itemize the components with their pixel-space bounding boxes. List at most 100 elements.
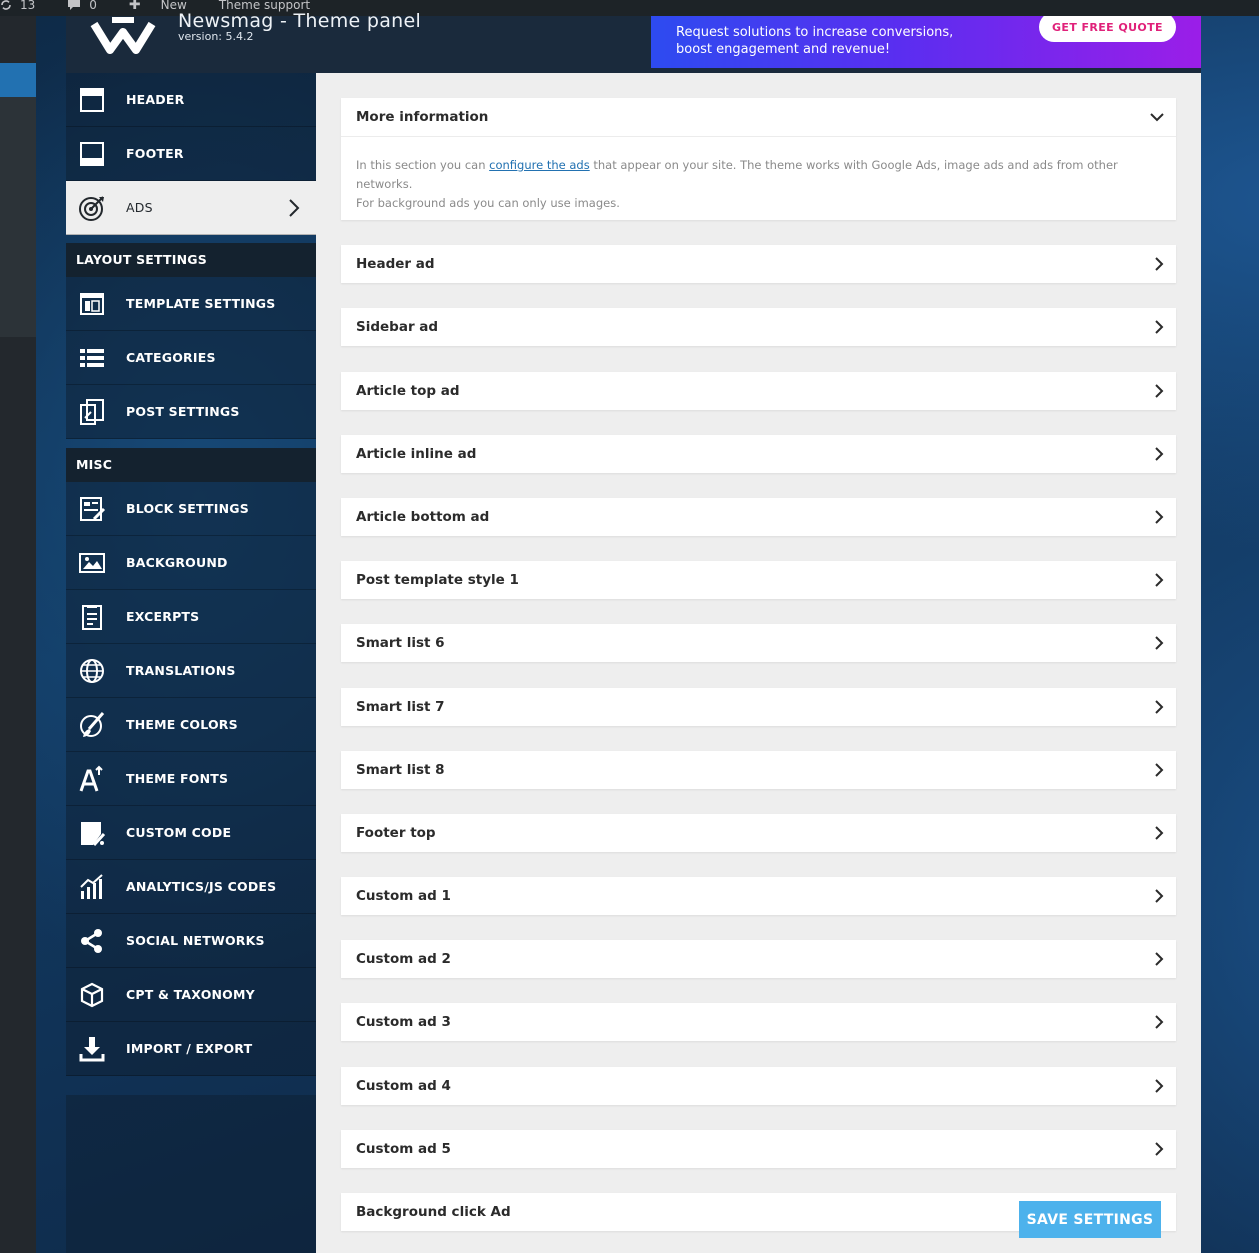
updates-item[interactable]: 13 (0, 0, 51, 13)
section-smart-list-7[interactable]: Smart list 7 (341, 688, 1176, 726)
sidebar-item-theme-colors[interactable]: THEME COLORS (66, 698, 316, 752)
chevron-right-icon (1155, 573, 1164, 587)
get-free-quote-button[interactable]: GET FREE QUOTE (1039, 16, 1176, 42)
section-custom-ad-5[interactable]: Custom ad 5 (341, 1130, 1176, 1168)
sidebar-item-ads[interactable]: ADS (66, 181, 316, 235)
sidebar-item-post-settings[interactable]: POST SETTINGS (66, 385, 316, 439)
chevron-right-icon (1155, 320, 1164, 334)
chevron-right-icon (1155, 826, 1164, 840)
chevron-right-icon (1155, 763, 1164, 777)
sidebar-item-label: THEME COLORS (126, 717, 238, 732)
sidebar-item-excerpts[interactable]: EXCERPTS (66, 590, 316, 644)
section-custom-ad-3[interactable]: Custom ad 3 (341, 1003, 1176, 1041)
sidebar-item-label: CUSTOM CODE (126, 825, 232, 840)
sidebar-item-label: BLOCK SETTINGS (126, 501, 249, 516)
footer-icon (66, 140, 118, 168)
section-header-ad[interactable]: Header ad (341, 245, 1176, 283)
section-custom-ad-4[interactable]: Custom ad 4 (341, 1067, 1176, 1105)
chevron-right-icon (1155, 700, 1164, 714)
sidebar-item-theme-fonts[interactable]: THEME FONTS (66, 752, 316, 806)
wp-admin-menu (0, 16, 36, 1253)
comment-icon (68, 0, 81, 10)
configure-ads-link[interactable]: configure the ads (489, 158, 590, 172)
font-icon (66, 765, 118, 793)
sidebar-filler (66, 1095, 316, 1253)
promo-banner[interactable]: Request solutions to increase conversion… (651, 16, 1201, 68)
sidebar-item-translations[interactable]: TRANSLATIONS (66, 644, 316, 698)
panel-version: version: 5.4.2 (178, 30, 254, 43)
image-icon (66, 549, 118, 577)
post-icon (66, 398, 118, 426)
sidebar-item-label: EXCERPTS (126, 609, 200, 624)
globe-icon (66, 657, 118, 685)
chevron-right-icon (1155, 257, 1164, 271)
chevron-right-icon (1155, 384, 1164, 398)
sidebar-item-background[interactable]: BACKGROUND (66, 536, 316, 590)
section-sidebar-ad[interactable]: Sidebar ad (341, 308, 1176, 346)
chevron-right-icon (289, 199, 300, 217)
section-misc: MISC (66, 448, 316, 482)
comments-item[interactable]: 0 (67, 0, 113, 13)
sidebar-item-label: FOOTER (126, 146, 184, 161)
chevron-right-icon (1155, 1015, 1164, 1029)
sidebar-item-cpt-taxonomy[interactable]: CPT & TAXONOMY (66, 968, 316, 1022)
sidebar-item-template-settings[interactable]: TEMPLATE SETTINGS (66, 277, 316, 331)
share-icon (66, 927, 118, 955)
panel-title: Newsmag - Theme panel (178, 10, 422, 32)
sidebar-item-label: ADS (126, 200, 153, 215)
section-custom-ad-1[interactable]: Custom ad 1 (341, 877, 1176, 915)
chevron-right-icon (1155, 889, 1164, 903)
sidebar-item-label: IMPORT / EXPORT (126, 1041, 253, 1056)
chevron-right-icon (1155, 447, 1164, 461)
section-article-top-ad[interactable]: Article top ad (341, 372, 1176, 410)
chevron-right-icon (1155, 952, 1164, 966)
sidebar-item-import-export[interactable]: IMPORT / EXPORT (66, 1022, 316, 1076)
plus-icon: ✚ (128, 0, 141, 13)
excerpt-icon (66, 603, 118, 631)
sidebar-item-custom-code[interactable]: CUSTOM CODE (66, 806, 316, 860)
header-icon (66, 86, 118, 114)
sidebar-item-social-networks[interactable]: SOCIAL NETWORKS (66, 914, 316, 968)
sidebar-item-block-settings[interactable]: BLOCK SETTINGS (66, 482, 316, 536)
sidebar-item-label: POST SETTINGS (126, 404, 240, 419)
sidebar-item-label: SOCIAL NETWORKS (126, 933, 265, 948)
more-information-box: More information In this section you can… (341, 98, 1176, 220)
section-article-bottom-ad[interactable]: Article bottom ad (341, 498, 1176, 536)
updates-count: 13 (20, 0, 36, 12)
promo-line-2: boost engagement and revenue! (676, 42, 891, 57)
wp-menu-active-item[interactable] (0, 63, 36, 97)
sidebar-item-header[interactable]: HEADER (66, 73, 316, 127)
section-footer-top[interactable]: Footer top (341, 814, 1176, 852)
sidebar-item-label: THEME FONTS (126, 771, 229, 786)
section-article-inline-ad[interactable]: Article inline ad (341, 435, 1176, 473)
target-icon (66, 194, 118, 222)
panel-header: Newsmag - Theme panel version: 5.4.2 Req… (66, 10, 1201, 73)
sidebar-item-categories[interactable]: CATEGORIES (66, 331, 316, 385)
chevron-right-icon (1155, 510, 1164, 524)
wp-submenu (0, 97, 36, 337)
section-smart-list-8[interactable]: Smart list 8 (341, 751, 1176, 789)
code-icon (66, 819, 118, 847)
section-post-template-style-1[interactable]: Post template style 1 (341, 561, 1176, 599)
chevron-right-icon (1155, 1142, 1164, 1156)
more-information-header[interactable]: More information (341, 98, 1176, 137)
ads-content-panel: More information In this section you can… (316, 73, 1201, 1253)
refresh-icon (1, 0, 11, 10)
save-settings-button[interactable]: SAVE SETTINGS (1019, 1201, 1161, 1238)
sidebar-item-analytics[interactable]: ANALYTICS/JS CODES (66, 860, 316, 914)
template-icon (66, 290, 118, 318)
sidebar-item-label: TEMPLATE SETTINGS (126, 296, 276, 311)
more-information-text: In this section you can configure the ad… (356, 158, 1118, 210)
section-smart-list-6[interactable]: Smart list 6 (341, 624, 1176, 662)
sidebar-item-label: TRANSLATIONS (126, 663, 236, 678)
analytics-icon (66, 873, 118, 901)
more-information-title: More information (356, 109, 489, 125)
sidebar-item-label: HEADER (126, 92, 185, 107)
section-custom-ad-2[interactable]: Custom ad 2 (341, 940, 1176, 978)
theme-panel-sidebar: HEADER FOOTER ADS LAYOUT SETTINGS TEMPLA… (66, 73, 316, 1253)
cube-icon (66, 981, 118, 1009)
sidebar-item-label: BACKGROUND (126, 555, 228, 570)
comments-count: 0 (89, 0, 97, 12)
sidebar-item-footer[interactable]: FOOTER (66, 127, 316, 181)
list-icon (66, 344, 118, 372)
